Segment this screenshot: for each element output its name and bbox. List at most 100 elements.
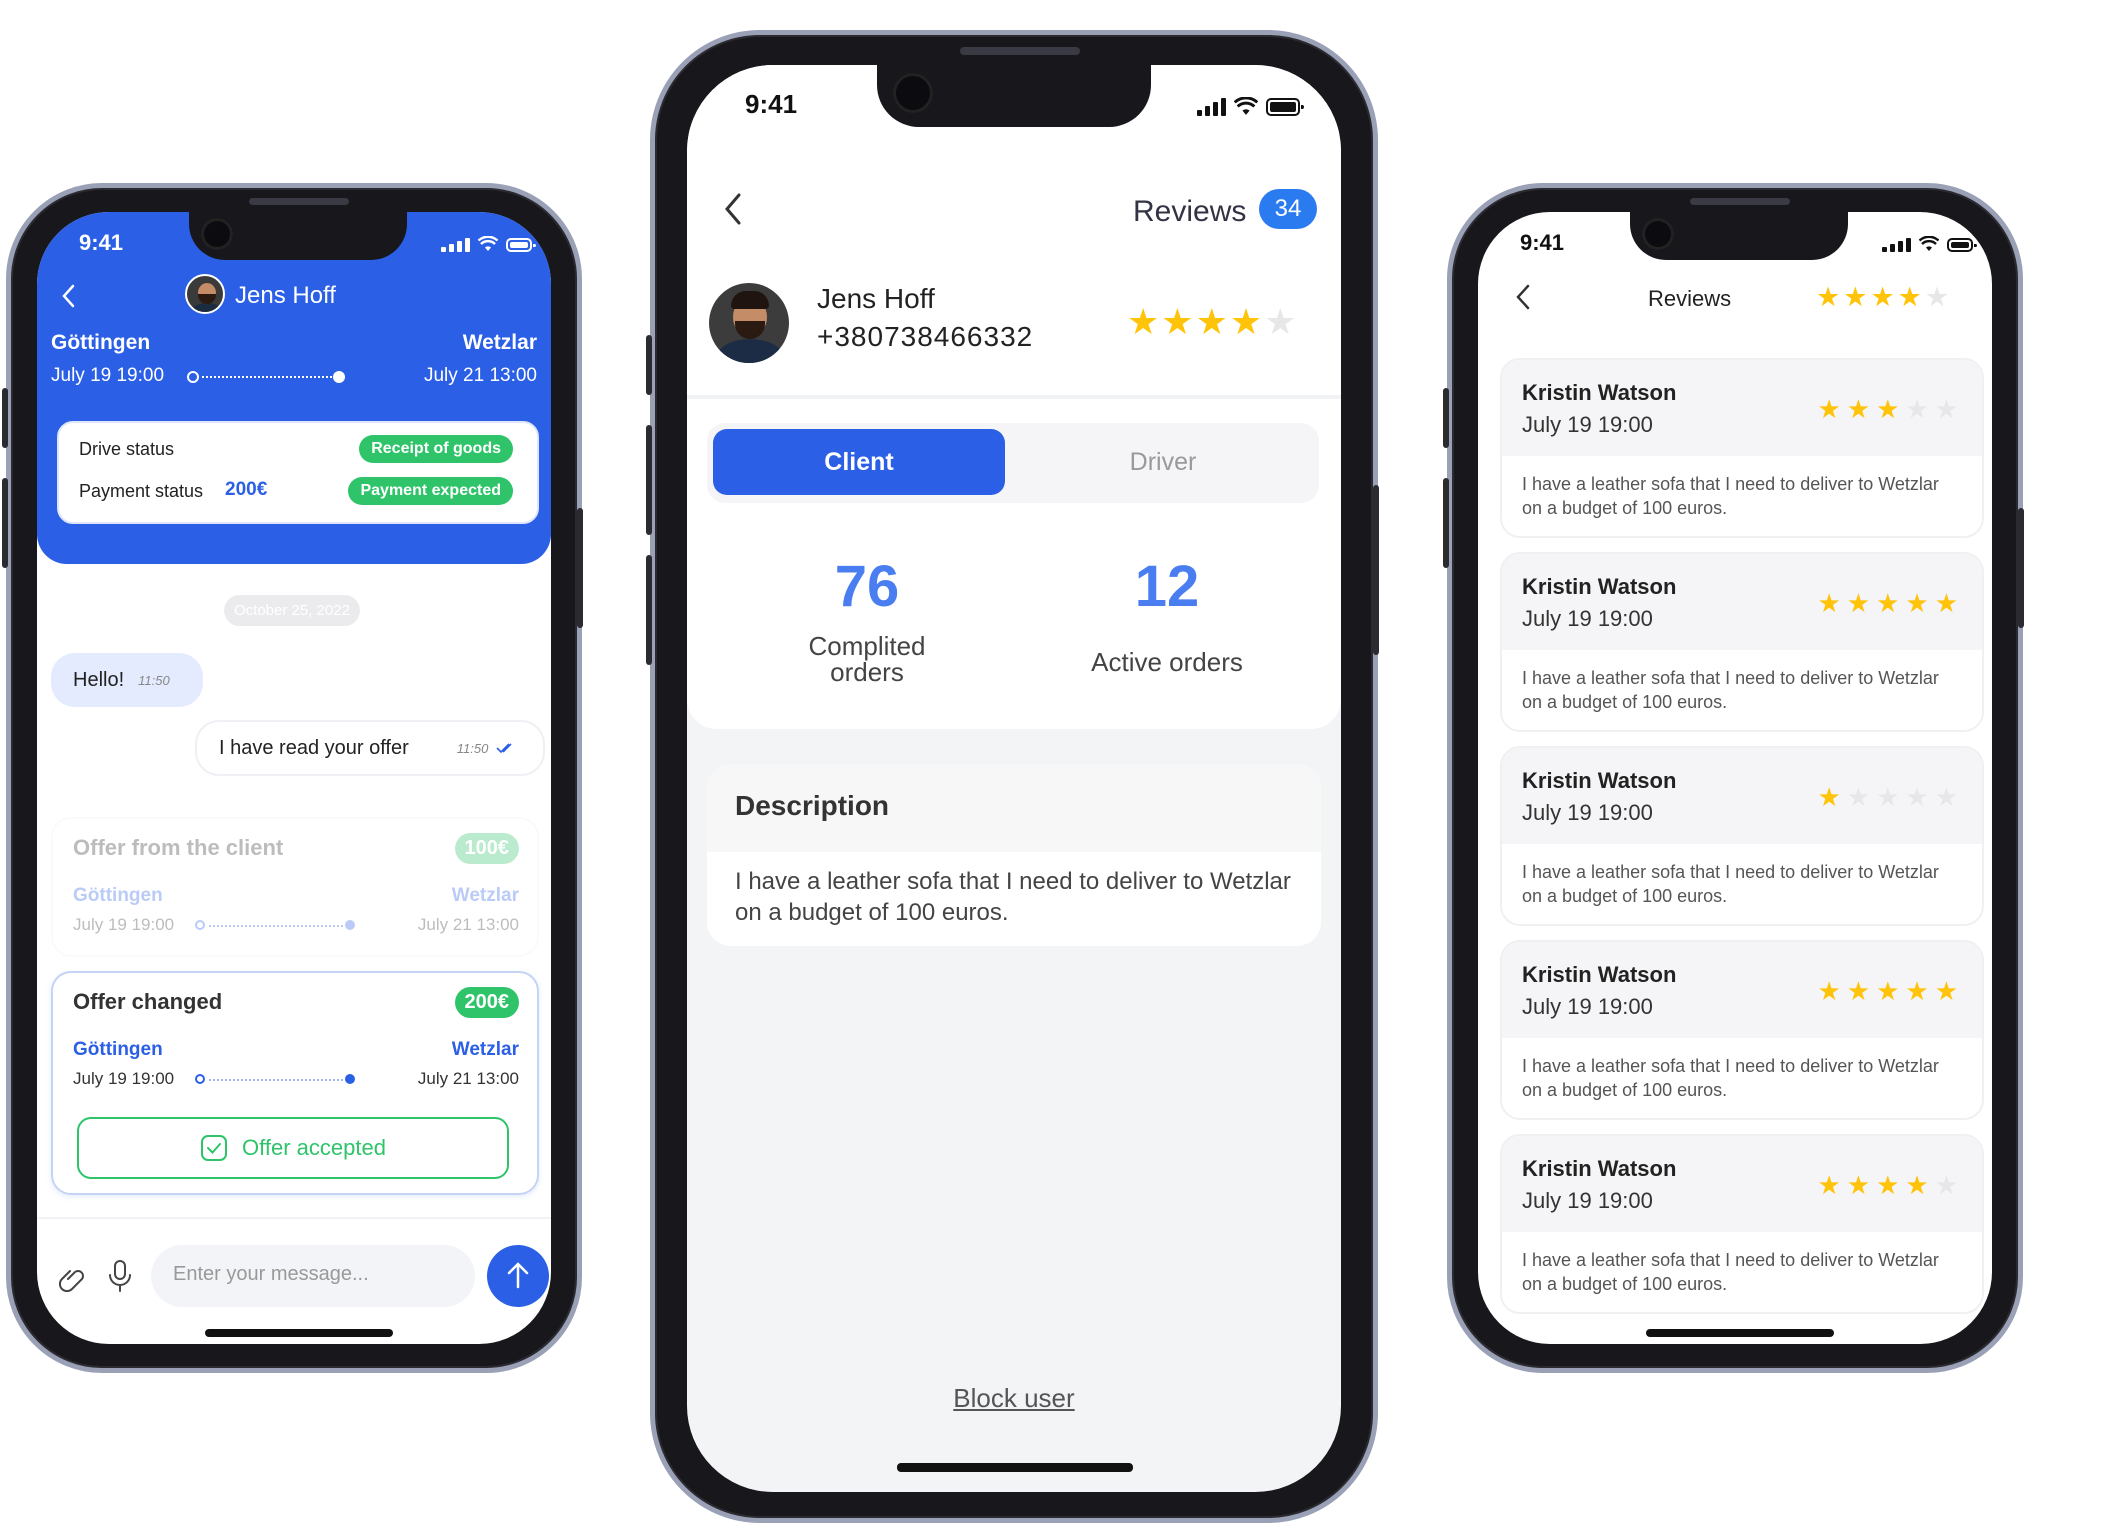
route-end-dot (333, 371, 345, 383)
review-rating: ★★★★★ (1817, 976, 1964, 1007)
old-offer-to-date: July 21 13:00 (417, 915, 519, 934)
reviews-title: Reviews (1648, 286, 1732, 311)
reviews-phone: 9:41 Reviews ★★★★★ Kristin Watson July 19… (1443, 183, 2024, 1373)
new-offer-from-date: July 19 19:00 (73, 1069, 175, 1088)
chat-screen: 9:41 Jens Hoff Göttingen Wetzlar July 19… (37, 212, 551, 1344)
route-end-dot (345, 1074, 355, 1084)
old-offer-from-date: July 19 19:00 (73, 915, 175, 934)
offer-accepted-label: Offer accepted (242, 1135, 386, 1160)
star-icon: ★ (1817, 1170, 1847, 1200)
back-arrow-icon[interactable] (57, 282, 81, 310)
tab-driver[interactable]: Driver (1017, 429, 1309, 495)
star-icon: ★ (1905, 394, 1935, 424)
star-icon: ★ (1934, 1170, 1964, 1200)
star-icon: ★ (1846, 782, 1877, 812)
avatar[interactable] (709, 283, 789, 363)
profile-phone-number: +380738466332 (817, 321, 1034, 352)
side-button (1373, 485, 1379, 655)
route-end-dot (345, 920, 355, 930)
star-icon: ★ (1924, 282, 1953, 312)
review-card: Kristin Watson July 19 19:00 ★★★★★ I have a… (1500, 358, 1984, 538)
completed-orders-value: 76 (834, 554, 900, 619)
chat-user-name: Jens Hoff (235, 282, 336, 309)
status-icons (441, 236, 536, 252)
review-text: I have a leather sofa that I need to del… (1522, 668, 1939, 712)
review-date: July 19 19:00 (1522, 606, 1653, 631)
star-icon: ★ (1870, 282, 1898, 312)
message-input[interactable]: Enter your message... (151, 1245, 475, 1307)
review-list: Kristin Watson July 19 19:00 ★★★★★ I have a… (1500, 358, 1984, 1328)
old-offer-card: Offer from the client 100€ Göttingen Wet… (51, 817, 539, 957)
battery-icon (1266, 98, 1304, 116)
star-icon: ★ (1905, 588, 1935, 618)
review-date: July 19 19:00 (1522, 994, 1653, 1019)
tab-client[interactable]: Client (713, 429, 1005, 495)
speaker (960, 47, 1080, 55)
star-icon: ★ (1897, 282, 1925, 312)
route-to-date: July 21 13:00 (423, 365, 537, 386)
chat-phone: 9:41 Jens Hoff Göttingen Wetzlar July 19… (2, 183, 583, 1373)
divider (37, 1217, 551, 1219)
reviewer-name: Kristin Watson (1522, 380, 1677, 405)
route-start-dot (187, 371, 199, 383)
reviewer-name: Kristin Watson (1522, 1156, 1677, 1181)
star-icon: ★ (1876, 976, 1906, 1006)
star-icon: ★ (1817, 782, 1847, 812)
review-rating: ★★★★★ (1817, 394, 1964, 425)
star-icon: ★ (1229, 301, 1265, 342)
home-indicator (205, 1329, 393, 1337)
star-icon: ★ (1876, 782, 1906, 812)
signal-icon (441, 238, 470, 252)
speaker (249, 198, 349, 205)
review-text: I have a leather sofa that I need to del… (1522, 1250, 1939, 1294)
star-icon: ★ (1264, 301, 1299, 342)
new-offer-from: Göttingen (73, 1039, 163, 1060)
star-icon: ★ (1876, 588, 1906, 618)
profile-name: Jens Hoff (817, 283, 935, 314)
review-text: I have a leather sofa that I need to del… (1522, 862, 1939, 906)
chat-header: 9:41 Jens Hoff Göttingen Wetzlar July 19… (37, 212, 551, 564)
review-text: I have a leather sofa that I need to del… (1522, 1056, 1939, 1100)
active-orders-value: 12 (1134, 554, 1200, 619)
avatar[interactable] (185, 274, 225, 314)
completed-orders-label-line2: orders (830, 657, 904, 687)
offer-accepted-button[interactable]: Offer accepted (77, 1117, 509, 1179)
star-icon: ★ (1195, 301, 1230, 342)
star-icon: ★ (1905, 976, 1935, 1006)
review-card: Kristin Watson July 19 19:00 ★★★★★ I have a… (1500, 552, 1984, 732)
attach-icon[interactable] (57, 1262, 87, 1292)
reviews-link[interactable]: Reviews (1133, 195, 1246, 229)
side-button (2018, 508, 2024, 628)
route-from: Göttingen (51, 331, 151, 354)
microphone-icon[interactable] (107, 1258, 133, 1294)
back-arrow-icon[interactable] (1512, 282, 1536, 312)
new-offer-card: Offer changed 200€ Göttingen Wetzlar Jul… (51, 971, 539, 1195)
side-button (577, 508, 583, 628)
new-offer-title: Offer changed (73, 989, 223, 1014)
old-offer-title: Offer from the client (73, 835, 284, 860)
role-toggle: Client Driver (707, 423, 1319, 503)
outgoing-message: I have read your offer 11:50 (195, 720, 545, 776)
payment-status-badge: Payment expected (348, 477, 513, 505)
old-offer-price: 100€ (454, 833, 519, 864)
route-start-dot (195, 1074, 205, 1084)
incoming-message: Hello! 11:50 (51, 653, 203, 707)
side-button (646, 555, 652, 665)
old-offer-from: Göttingen (73, 885, 163, 906)
reviewer-name: Kristin Watson (1522, 962, 1677, 987)
back-arrow-icon[interactable] (721, 191, 747, 227)
block-user-link[interactable]: Block user (687, 1383, 1341, 1414)
side-button (1443, 388, 1449, 448)
review-date: July 19 19:00 (1522, 1188, 1653, 1213)
review-text: I have a leather sofa that I need to del… (1522, 474, 1939, 518)
double-check-icon (496, 743, 512, 754)
side-button (646, 335, 652, 395)
side-button (1443, 478, 1449, 568)
send-button[interactable] (487, 1245, 549, 1307)
side-button (2, 388, 8, 448)
new-offer-price: 200€ (454, 987, 519, 1018)
wifi-icon (478, 236, 498, 251)
wifi-icon (1919, 236, 1939, 251)
signal-icon (1882, 238, 1911, 252)
route-line (209, 1079, 343, 1081)
